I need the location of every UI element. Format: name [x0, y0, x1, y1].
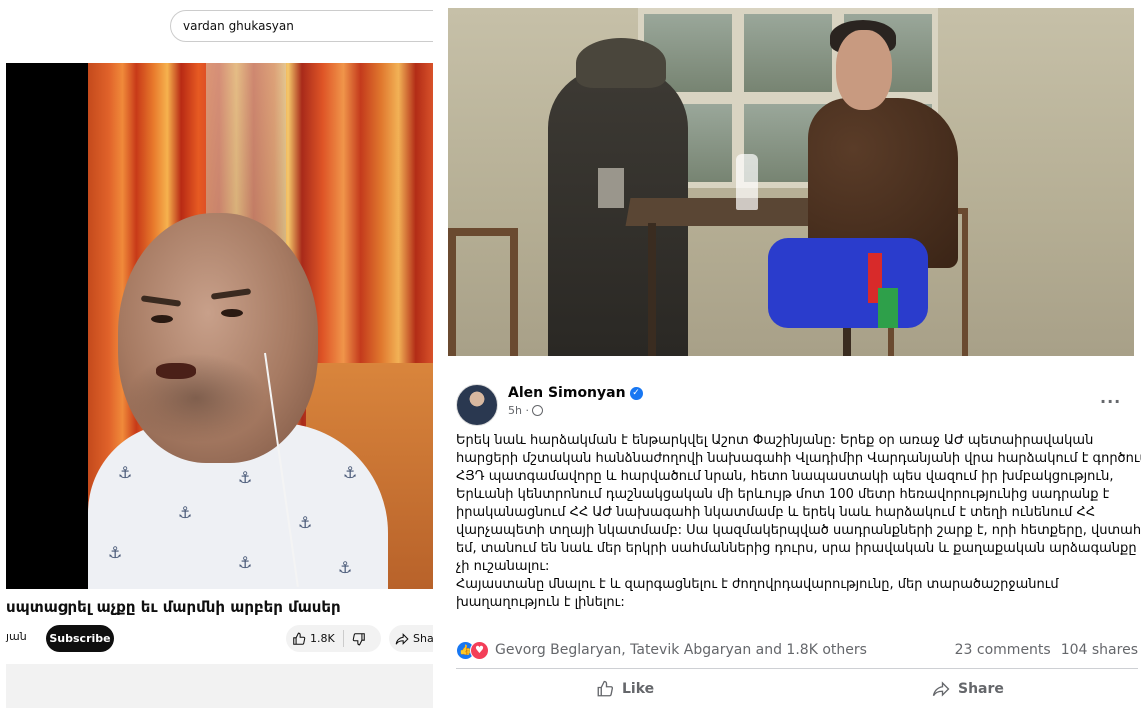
anchor-pattern-icon: ⚓ — [238, 553, 253, 572]
post-text: Երեկ նաև հարձակման է ենթարկվել Աշոտ Փաշի… — [456, 432, 1141, 612]
anchor-pattern-icon: ⚓ — [108, 543, 123, 562]
search-input[interactable]: vardan ghukasyan — [170, 10, 433, 42]
mouth — [156, 363, 196, 379]
anchor-pattern-icon: ⚓ — [178, 503, 193, 522]
wooden-chair — [448, 228, 518, 356]
anchor-pattern-icon: ⚓ — [343, 463, 358, 482]
reactions-bar: 👍 ♥ Gevorg Beglaryan, Tatevik Abgaryan a… — [456, 640, 1138, 660]
window-pane — [738, 8, 838, 98]
author-name[interactable]: Alen Simonyan ✓ — [508, 385, 643, 401]
like-label: Like — [622, 681, 655, 697]
like-count: 1.8K — [310, 632, 335, 645]
share-arrow-icon — [932, 681, 950, 697]
facebook-post: Alen Simonyan ✓ 5h · ··· Երեկ նաև հարձակ… — [448, 0, 1141, 720]
divider — [456, 668, 1138, 669]
post-timestamp[interactable]: 5h · — [508, 404, 543, 417]
young-man-face — [836, 30, 892, 110]
post-text-line: Երևանի կենտրոնում դաշնակցական մի երևույթ… — [456, 487, 1110, 502]
like-button[interactable]: 1.8K — [286, 630, 344, 647]
share-arrow-icon — [395, 632, 409, 645]
globe-icon — [531, 405, 543, 416]
share-label: Share — [958, 681, 1004, 697]
author-name-text[interactable]: Alen Simonyan — [508, 385, 626, 401]
video-title[interactable]: սպտացրել աչքը եւ մարմնի արբեր մասեր — [6, 598, 433, 616]
reactors-summary[interactable]: Gevorg Beglaryan, Tatevik Abgaryan and 1… — [495, 642, 955, 658]
post-photo[interactable] — [448, 8, 1134, 356]
like-dislike-group: 1.8K — [286, 625, 381, 652]
anchor-pattern-icon: ⚓ — [298, 513, 313, 532]
post-text-line: խաղաղություն է լինելու: — [456, 595, 625, 610]
like-button[interactable]: Like — [596, 680, 654, 698]
person-hat — [576, 38, 666, 88]
love-reaction-icon[interactable]: ♥ — [470, 640, 489, 660]
anchor-pattern-icon: ⚓ — [338, 558, 353, 577]
share-button[interactable]: Share — [932, 680, 1004, 698]
post-text-line: ՀՅԴ պատգամավորը և հարվածում նրան, հետո ն… — [456, 469, 1114, 484]
post-text-line: հարցերի մշտական հանձնաժողովի նախագահի Վլ… — [456, 451, 1141, 466]
eye — [151, 315, 173, 323]
post-text-line: Հայաստանը մնալու է և զարգացնելու է ժողով… — [456, 577, 1059, 592]
share-label: Sha — [413, 632, 433, 645]
post-text-line: Երեկ նաև հարձակման է ենթարկվել Աշոտ Փաշի… — [456, 433, 1094, 448]
verified-badge-icon: ✓ — [629, 386, 643, 400]
post-text-line: վարչապետի տղայի նկատմամբ: Սա կազմակերպվա… — [456, 523, 1141, 538]
youtube-panel: vardan ghukasyan ⚓ ⚓ ⚓ ⚓ ⚓ ⚓ ⚓ ⚓ սպտացրե… — [0, 0, 433, 720]
description-box[interactable] — [6, 664, 433, 708]
post-time-text[interactable]: 5h · — [508, 404, 529, 417]
thumbs-down-icon — [352, 632, 365, 645]
video-player[interactable]: ⚓ ⚓ ⚓ ⚓ ⚓ ⚓ ⚓ ⚓ — [6, 63, 433, 589]
water-bottle — [736, 154, 758, 210]
comments-count[interactable]: 23 comments — [955, 642, 1051, 658]
beard — [126, 353, 266, 443]
anchor-pattern-icon: ⚓ — [118, 463, 133, 482]
author-avatar[interactable] — [456, 384, 498, 426]
post-text-line: եմ, տանում են նաև մեր երկրի սահմաններից … — [456, 541, 1137, 556]
anchor-pattern-icon: ⚓ — [238, 468, 253, 487]
blue-track-pants — [768, 238, 928, 328]
share-button[interactable]: Sha — [389, 625, 433, 652]
shares-count[interactable]: 104 shares — [1061, 642, 1138, 658]
channel-name[interactable]: յան — [6, 630, 27, 643]
dislike-button[interactable] — [344, 632, 366, 646]
more-options-button[interactable]: ··· — [1100, 392, 1121, 411]
post-text-line: չի ուշանալու: — [456, 559, 550, 574]
thumbs-up-icon — [293, 632, 306, 645]
post-text-line: իրականացնում ՀՀ ԱԺ նախագահի նկատմամբ և ե… — [456, 505, 1096, 520]
engagement-counts: 23 comments 104 shares — [955, 642, 1138, 658]
eye — [221, 309, 243, 317]
subscribe-button[interactable]: Subscribe — [46, 625, 114, 652]
thumbs-up-icon — [597, 680, 614, 697]
pants-stripe-green — [878, 288, 898, 328]
table-leg — [648, 223, 656, 356]
sleeve-patch — [598, 168, 624, 208]
